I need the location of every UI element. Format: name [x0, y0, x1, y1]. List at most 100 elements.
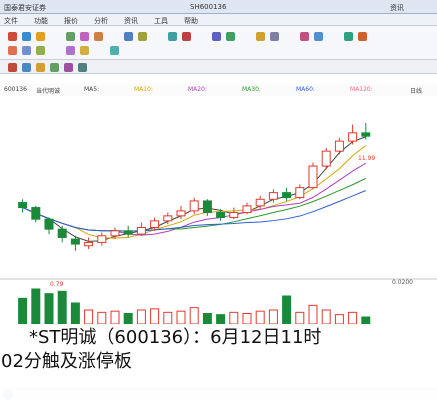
candle-body — [70, 238, 80, 245]
menu-item-analysis[interactable]: 分析 — [94, 16, 108, 25]
volume-bar — [136, 309, 146, 325]
help-icon[interactable] — [314, 32, 323, 41]
candle-body — [176, 210, 186, 217]
zoom-in-icon[interactable] — [8, 46, 17, 55]
candle-body — [18, 202, 28, 209]
window-icon[interactable] — [270, 32, 279, 41]
candle-body — [229, 212, 239, 219]
caption-line-2: 02分触及涨停板 — [1, 351, 132, 372]
stock-name: 当代明诚 — [36, 88, 61, 95]
caption-line-1: *ST明诚（600136）：6月12日11时 — [29, 327, 322, 348]
forward-icon[interactable] — [22, 32, 31, 41]
axis-low-label: 0.0200 — [392, 279, 413, 286]
candle-body — [321, 150, 331, 167]
candle-body — [282, 192, 292, 199]
ma10-label: MA10: — [134, 86, 153, 93]
candle-body — [255, 198, 265, 207]
menu-bar: 文件 功能 报价 分析 资讯 工具 帮助 — [0, 14, 437, 26]
menu-item-quote[interactable]: 报价 — [64, 16, 78, 25]
kline-icon[interactable] — [8, 63, 17, 72]
minute-icon[interactable] — [22, 63, 31, 72]
volume-bar — [229, 311, 239, 325]
menu-item-file[interactable]: 文件 — [4, 16, 18, 25]
indicator-bar: 600136 当代明诚 MA5: MA10: MA20: MA30: MA60:… — [0, 84, 437, 96]
candle-body — [216, 212, 226, 219]
select-stock-icon[interactable] — [226, 32, 235, 41]
volume-bar — [44, 293, 54, 325]
candle-body — [163, 215, 173, 222]
alert-icon[interactable] — [182, 32, 191, 41]
quote-icon[interactable] — [66, 32, 75, 41]
volume-bar — [123, 313, 133, 325]
low-price-marker: 0.79 — [50, 281, 64, 288]
ma30-label: MA30: — [242, 86, 261, 93]
candle-body — [361, 132, 371, 137]
ma120-label: MA120: — [350, 86, 373, 93]
candle-body — [268, 192, 278, 200]
candle-body — [295, 187, 305, 199]
overlay-icon[interactable] — [110, 46, 119, 55]
volume-bar — [70, 302, 80, 325]
formula-icon[interactable] — [212, 32, 221, 41]
ma60-label: MA60: — [296, 86, 315, 93]
menu-item-function[interactable]: 功能 — [34, 16, 48, 25]
candle-body — [308, 165, 318, 189]
refresh-icon[interactable] — [36, 32, 45, 41]
ma20-label: MA20: — [188, 86, 207, 93]
volume-bar — [150, 308, 160, 325]
trade-icon[interactable] — [94, 32, 103, 41]
settings-icon[interactable] — [256, 32, 265, 41]
volume-bar — [295, 311, 305, 325]
high-price-marker: 11.99 — [358, 155, 375, 162]
title-bar: 国泰君安证券 SH600136 资讯 — [0, 0, 437, 14]
candle-body — [202, 200, 212, 214]
volume-bar — [282, 295, 292, 325]
stock-code-title: SH600136 — [190, 3, 227, 11]
menu-item-news[interactable]: 资讯 — [124, 16, 138, 25]
volume-bar — [31, 288, 41, 325]
volume-bar — [57, 290, 67, 325]
news-caption: *ST明诚（600136）：6月12日11时 02分触及涨停板 — [0, 324, 437, 400]
candle-body — [44, 218, 54, 230]
candle-body — [136, 226, 146, 235]
text-icon[interactable] — [80, 46, 89, 55]
volume-bar — [255, 310, 265, 325]
volume-bar — [97, 311, 107, 325]
news-link[interactable]: 资讯 — [390, 3, 404, 13]
candle-body — [348, 132, 358, 142]
candle-body — [31, 207, 41, 220]
toolbar-chart — [0, 60, 437, 74]
menu-item-tools[interactable]: 工具 — [154, 16, 168, 25]
back-icon[interactable] — [8, 32, 17, 41]
period-icon[interactable] — [36, 46, 45, 55]
rsi-icon[interactable] — [78, 63, 87, 72]
toolbar-top — [0, 26, 437, 60]
news-icon[interactable] — [124, 32, 133, 41]
candle-body — [334, 140, 344, 152]
print-icon[interactable] — [358, 32, 367, 41]
lock-icon[interactable] — [344, 32, 353, 41]
f10-icon[interactable] — [138, 32, 147, 41]
volume-bar — [334, 314, 344, 325]
period-label: 日线 — [410, 88, 423, 95]
volume-bar — [202, 313, 212, 325]
candle-body — [97, 235, 107, 243]
draw-line-icon[interactable] — [66, 46, 75, 55]
volume-bar — [308, 304, 318, 325]
volume-icon[interactable] — [36, 63, 45, 72]
menu-item-help[interactable]: 帮助 — [184, 16, 198, 25]
candle-body — [57, 228, 67, 238]
candle-body — [110, 230, 120, 237]
volume-bar — [176, 310, 186, 325]
favorite-icon[interactable] — [300, 32, 309, 41]
kdj-icon[interactable] — [64, 63, 73, 72]
macd-icon[interactable] — [50, 63, 59, 72]
candle-body — [150, 220, 160, 228]
volume-bar — [18, 297, 28, 325]
stock-code: 600136 — [4, 86, 27, 93]
zoom-out-icon[interactable] — [22, 46, 31, 55]
candle-body — [123, 230, 133, 235]
app-title: 国泰君安证券 — [4, 4, 46, 12]
chart-icon[interactable] — [80, 32, 89, 41]
sector-icon[interactable] — [168, 32, 177, 41]
